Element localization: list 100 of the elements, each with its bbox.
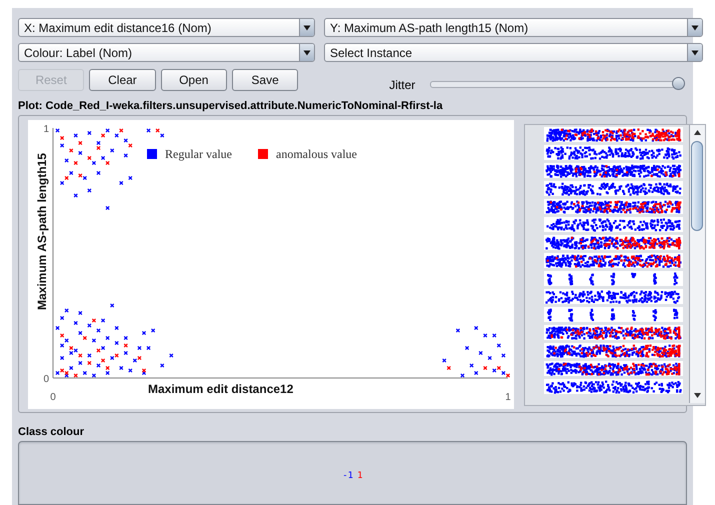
data-point: [110, 148, 114, 153]
x-axis-dropdown[interactable]: X: Maximum edit distance16 (Nom): [18, 18, 315, 37]
data-point: [119, 180, 124, 186]
tick-label: 1: [43, 124, 49, 135]
strip-plot[interactable]: [544, 343, 683, 358]
class-colour-title: Class colour: [18, 426, 86, 438]
data-point: [446, 366, 452, 370]
data-point: [160, 363, 164, 368]
data-point: [488, 356, 492, 360]
data-point: [124, 336, 128, 340]
strip-plot[interactable]: [544, 379, 683, 394]
toolbar-button[interactable]: Open: [160, 68, 227, 90]
data-point: [74, 193, 78, 198]
toolbar-button[interactable]: Clear: [89, 68, 156, 90]
data-point: [87, 360, 92, 366]
data-point: [69, 148, 74, 153]
data-point: [124, 343, 128, 348]
data-point: [64, 158, 69, 163]
data-point: [60, 316, 64, 320]
strip-plot[interactable]: [544, 361, 683, 376]
legend-label: Regular value: [165, 147, 232, 161]
data-point: [146, 128, 151, 133]
strip-plot[interactable]: [544, 217, 683, 232]
data-point: [483, 366, 488, 370]
data-point: [460, 373, 465, 378]
data-point: [96, 328, 101, 333]
jitter-label: Jitter: [389, 78, 416, 92]
legend-label: anomalous value: [276, 147, 357, 161]
plot-title: Plot: Code_Red_I-weka.filters.unsupervised.attribute.NumericToNominal-Rfirst-la: [18, 100, 444, 112]
y-axis-label: Maximum AS-path length15: [35, 153, 49, 310]
data-point: [74, 133, 78, 138]
data-point: [55, 326, 60, 330]
scrollbar[interactable]: [689, 125, 705, 403]
data-point: [78, 140, 82, 146]
strip-plot[interactable]: [544, 127, 683, 142]
data-point: [60, 356, 64, 360]
data-point: [60, 143, 64, 148]
strip-plot[interactable]: [544, 271, 683, 286]
scroll-thumb[interactable]: [691, 141, 704, 231]
tick-label: 0: [43, 374, 49, 385]
slider-thumb[interactable]: [672, 77, 686, 90]
data-point: [96, 170, 101, 176]
data-point: [464, 346, 470, 350]
instance-dropdown[interactable]: Select Instance: [324, 43, 703, 62]
data-point: [60, 136, 64, 140]
strip-plot[interactable]: [544, 163, 683, 178]
colour-dropdown[interactable]: Colour: Label (Nom): [18, 43, 315, 62]
data-point: [105, 206, 110, 210]
strip-plot[interactable]: [544, 307, 683, 322]
data-point: [87, 353, 92, 358]
strip-plot[interactable]: [544, 199, 683, 214]
data-point: [496, 343, 502, 348]
data-point: [124, 350, 128, 356]
data-point: [478, 350, 483, 356]
data-point: [92, 338, 96, 343]
class-label: -1: [342, 471, 354, 481]
data-point: [142, 330, 146, 336]
data-point: [64, 308, 69, 313]
data-point: [146, 346, 151, 350]
x-axis-label: Maximum edit distance12: [148, 382, 294, 396]
toolbar-button[interactable]: Save: [232, 68, 298, 90]
data-point: [110, 303, 114, 308]
data-point: [442, 358, 446, 363]
data-point: [74, 373, 78, 378]
y-axis-dropdown[interactable]: Y: Maximum AS-path length15 (Nom): [324, 18, 703, 37]
data-point: [105, 336, 110, 340]
data-point: [100, 318, 106, 323]
data-point: [474, 326, 478, 330]
data-point: [456, 328, 460, 333]
data-point: [82, 370, 88, 376]
data-point: [114, 326, 119, 330]
data-point: [74, 320, 78, 326]
data-point: [150, 328, 156, 333]
data-point: [74, 160, 78, 166]
data-point: [87, 188, 92, 193]
data-point: [124, 153, 128, 158]
data-point: [492, 333, 497, 338]
strip-plot[interactable]: [544, 289, 683, 304]
data-point: [78, 150, 82, 156]
strip-plot[interactable]: [544, 235, 683, 250]
data-point: [78, 310, 82, 316]
data-point: [114, 340, 119, 346]
data-point: [87, 130, 92, 136]
strip-plot[interactable]: [544, 181, 683, 196]
tick-label: 0: [50, 392, 56, 403]
strip-plot[interactable]: [544, 253, 683, 268]
data-point: [501, 353, 506, 358]
data-point: [469, 363, 474, 368]
data-point: [137, 346, 142, 350]
data-point: [483, 333, 488, 338]
data-point: [128, 176, 133, 180]
data-point: [474, 370, 478, 376]
data-point: [128, 368, 133, 373]
strip-plot[interactable]: [544, 145, 683, 160]
class-label: 1: [357, 471, 363, 481]
data-point: [78, 360, 82, 366]
strip-plot[interactable]: [544, 325, 683, 340]
data-point: [55, 128, 60, 133]
tick-label: 1: [505, 392, 511, 403]
legend-swatch: [147, 149, 157, 159]
